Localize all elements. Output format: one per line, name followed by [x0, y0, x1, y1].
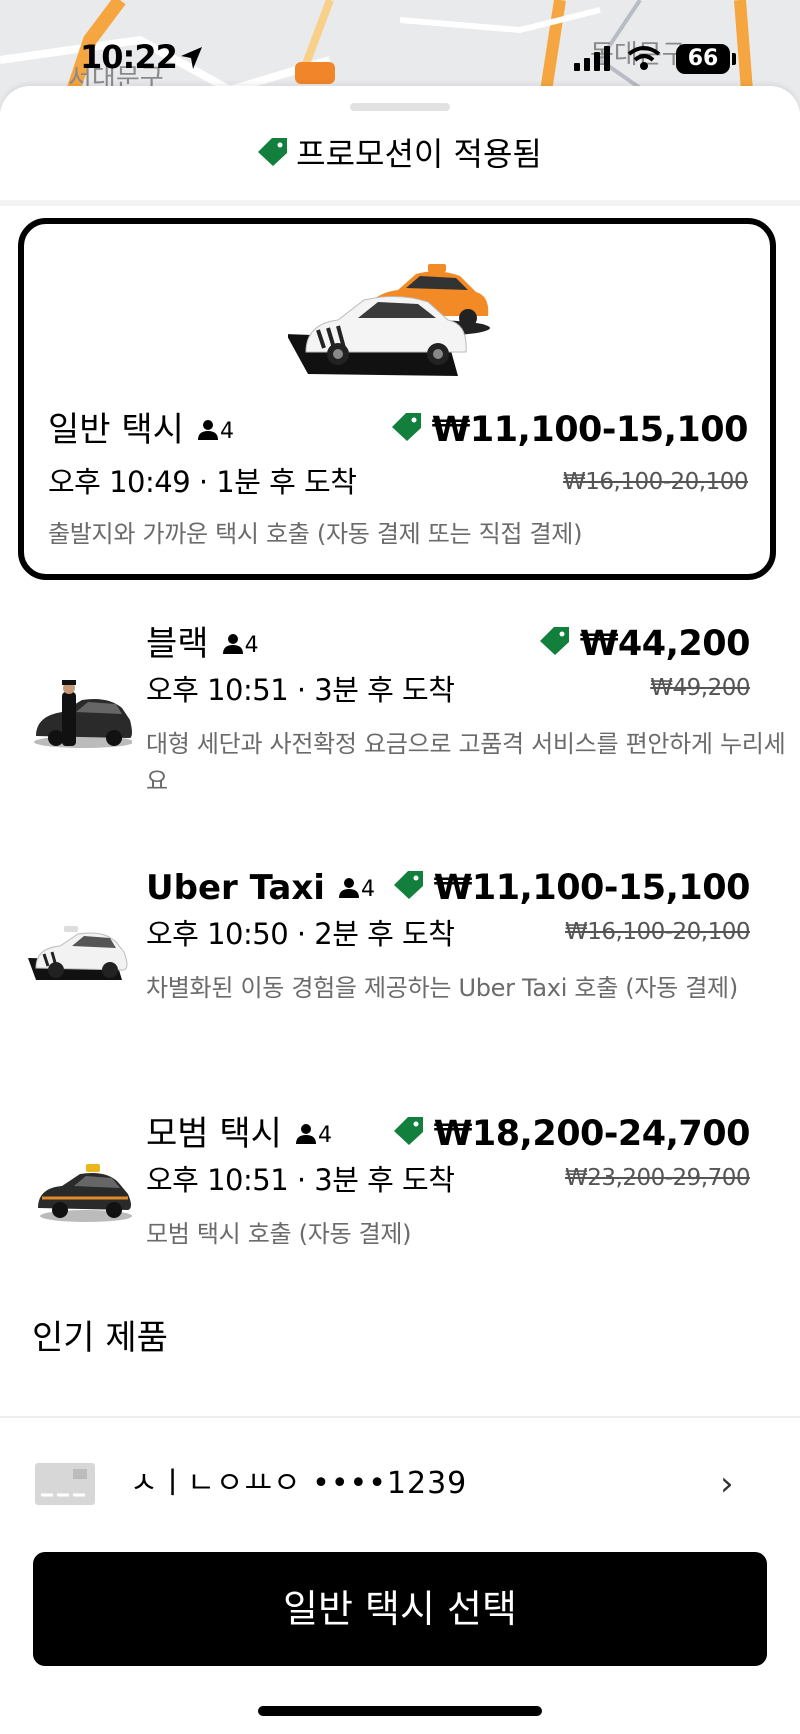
ride-eta: 오후 10:51 · 3분 후 도착 [146, 673, 455, 707]
divider [0, 1416, 800, 1418]
deluxe-taxi-car-image [38, 1164, 132, 1222]
price-value: ₩11,100-15,100 [431, 410, 749, 450]
capacity-count: 4 [244, 632, 259, 658]
sheet-drag-handle[interactable] [350, 103, 450, 111]
ride-price: ₩44,200 [539, 622, 751, 667]
capacity-count: 4 [317, 1122, 332, 1148]
capacity: 4 [222, 632, 259, 658]
ride-option-deluxe-taxi[interactable]: 모범 택시 4 ₩18,200-24,700 오후 10:51 · 3분 후 도착… [0, 1094, 800, 1274]
person-icon [295, 1123, 316, 1144]
ride-option-uber-taxi[interactable]: Uber Taxi 4 ₩11,100-15,100 오후 10:50 · 2분 … [0, 848, 800, 1048]
black-car-image [34, 680, 132, 748]
capacity: 4 [197, 418, 234, 444]
popular-section-header: 인기 제품 [32, 1318, 168, 1358]
wifi-icon [627, 46, 661, 70]
promo-banner: 프로모션이 적용됨 [0, 132, 800, 178]
promo-tag-icon [539, 623, 570, 667]
chevron-right-icon[interactable]: › [720, 1462, 734, 1506]
ride-name: 모범 택시 [146, 1114, 282, 1154]
original-price: ₩49,200 [650, 675, 750, 701]
card-icon [35, 1463, 95, 1505]
battery-tip [732, 53, 736, 65]
ride-price: ₩11,100-15,100 [391, 408, 749, 453]
battery-level: 66 [687, 46, 719, 71]
home-indicator[interactable] [258, 1706, 542, 1716]
person-icon [222, 633, 243, 654]
payment-method-label: ㅅㅣㄴㅇㅛㅇ ••••1239 [130, 1466, 468, 1501]
confirm-ride-button[interactable]: 일반 택시 선택 [33, 1552, 767, 1666]
ride-eta: 오후 10:49 · 1분 후 도착 [48, 465, 357, 499]
battery-icon: 66 [676, 44, 730, 74]
person-icon [197, 419, 218, 440]
ride-option-black[interactable]: 블랙 4 ₩44,200 오후 10:51 · 3분 후 도착 ₩49,200 대… [0, 602, 800, 802]
capacity-count: 4 [219, 418, 234, 444]
ride-name: 일반 택시 [48, 410, 184, 450]
ride-eta: 오후 10:51 · 3분 후 도착 [146, 1163, 455, 1197]
original-price: ₩23,200-29,700 [565, 1165, 751, 1191]
ride-eta: 오후 10:50 · 2분 후 도착 [146, 917, 455, 951]
price-value: ₩18,200-24,700 [433, 1114, 751, 1154]
location-arrow-icon [181, 47, 202, 69]
uber-taxi-car-image [28, 926, 128, 980]
ride-price: ₩18,200-24,700 [393, 1112, 751, 1157]
promo-text: 프로모션이 적용됨 [296, 135, 542, 173]
divider [0, 200, 800, 206]
promo-tag-icon [393, 867, 424, 911]
ride-description: 대형 세단과 사전확정 요금으로 고품격 서비스를 편안하게 누리세요 [146, 730, 786, 795]
ride-price: ₩11,100-15,100 [393, 866, 751, 911]
original-price: ₩16,100-20,100 [563, 469, 749, 495]
ride-option-regular-taxi[interactable]: 일반 택시 4 ₩11,100-15,100 오후 10:49 · 1분 후 도착… [18, 218, 776, 580]
ride-description: 출발지와 가까운 택시 호출 (자동 결제 또는 직접 결제) [48, 520, 583, 548]
capacity: 4 [338, 876, 375, 902]
capacity-count: 4 [360, 876, 375, 902]
promo-tag-icon [258, 134, 288, 178]
taxi-car-image [288, 264, 490, 376]
ride-description: 차별화된 이동 경험을 제공하는 Uber Taxi 호출 (자동 결제) [146, 974, 738, 1002]
promo-tag-icon [391, 409, 422, 453]
ride-name: Uber Taxi [146, 868, 325, 908]
ride-description: 모범 택시 호출 (자동 결제) [146, 1220, 412, 1248]
status-time: 10:22 [80, 38, 178, 76]
person-icon [338, 877, 359, 898]
capacity: 4 [295, 1122, 332, 1148]
original-price: ₩16,100-20,100 [565, 919, 751, 945]
promo-tag-icon [393, 1113, 424, 1157]
ride-name: 블랙 [146, 624, 209, 664]
price-value: ₩11,100-15,100 [433, 868, 751, 908]
signal-icon [574, 46, 610, 71]
price-value: ₩44,200 [579, 624, 751, 664]
